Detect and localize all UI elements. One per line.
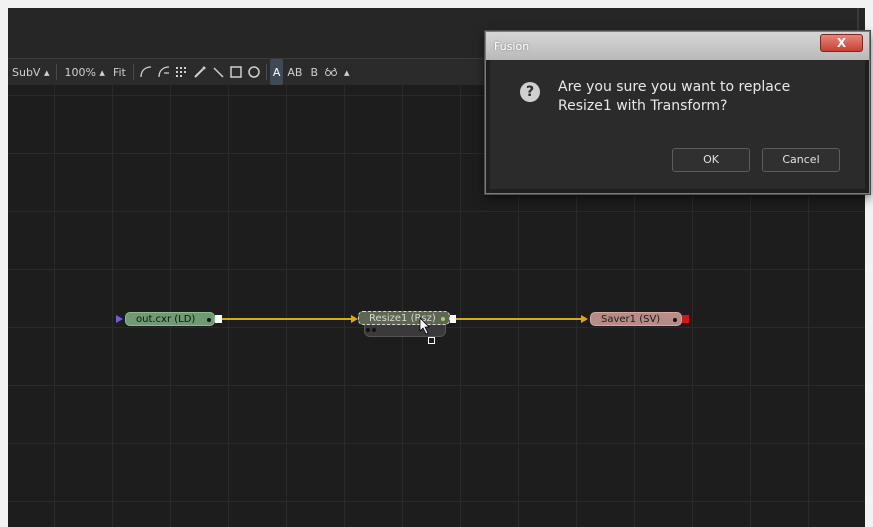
node-output-dot: [207, 318, 211, 322]
brush-icon[interactable]: [191, 59, 209, 85]
view-dropdown[interactable]: SubV ▴: [8, 59, 53, 85]
cancel-button[interactable]: Cancel: [762, 148, 840, 172]
confirm-replace-dialog: Fusion X ? Are you sure you want to repl…: [485, 31, 870, 194]
more-dropdown[interactable]: ▴: [340, 59, 354, 85]
square-icon[interactable]: [227, 59, 245, 85]
drag-copy-icon: [428, 337, 435, 344]
ok-button[interactable]: OK: [672, 148, 750, 172]
connection-curve-icon[interactable]: [137, 59, 155, 85]
fit-button[interactable]: Fit: [109, 59, 130, 85]
mouse-cursor-icon: [419, 317, 431, 339]
link-arrow: [351, 315, 358, 323]
node-dot: [372, 328, 376, 332]
node-loader[interactable]: out.cxr (LD): [125, 312, 215, 326]
link-arrow: [581, 315, 588, 323]
link-loader-to-resize: [222, 318, 353, 320]
node-label: Saver1 (SV): [601, 314, 661, 325]
dialog-message: Are you sure you want to replace Resize1…: [558, 79, 791, 114]
text-tool-b-button[interactable]: B: [306, 59, 322, 85]
text-tool-ab-button[interactable]: AB: [283, 59, 306, 85]
input-arrow: [116, 315, 123, 323]
toolbar-divider: [56, 64, 58, 80]
node-output-port[interactable]: [450, 315, 456, 323]
node-output-port[interactable]: [682, 315, 689, 323]
node-saver[interactable]: Saver1 (SV): [590, 312, 682, 326]
dialog-title: Fusion: [494, 40, 530, 53]
connection-routed-icon[interactable]: [155, 59, 173, 85]
wand-icon[interactable]: [209, 59, 227, 85]
node-output-dot: [673, 318, 677, 322]
circle-icon[interactable]: [245, 59, 263, 85]
toolbar-divider: [265, 64, 267, 80]
text-tool-a-button[interactable]: A: [269, 59, 284, 85]
link-resize-to-saver: [456, 318, 583, 320]
node-dot: [366, 328, 370, 332]
node-output-port[interactable]: [215, 315, 222, 323]
close-icon: X: [836, 36, 847, 50]
zoom-dropdown[interactable]: 100% ▴: [60, 59, 108, 85]
question-icon: ?: [520, 82, 540, 102]
grid-icon[interactable]: [173, 59, 191, 85]
node-output-dot: [441, 317, 445, 321]
node-label: out.cxr (LD): [136, 314, 196, 325]
dialog-titlebar[interactable]: Fusion X: [486, 32, 869, 60]
node-resize[interactable]: Resize1 (Rsz): [358, 311, 450, 325]
glasses-icon[interactable]: [322, 59, 340, 85]
toolbar-divider: [132, 64, 134, 80]
close-button[interactable]: X: [820, 34, 863, 52]
